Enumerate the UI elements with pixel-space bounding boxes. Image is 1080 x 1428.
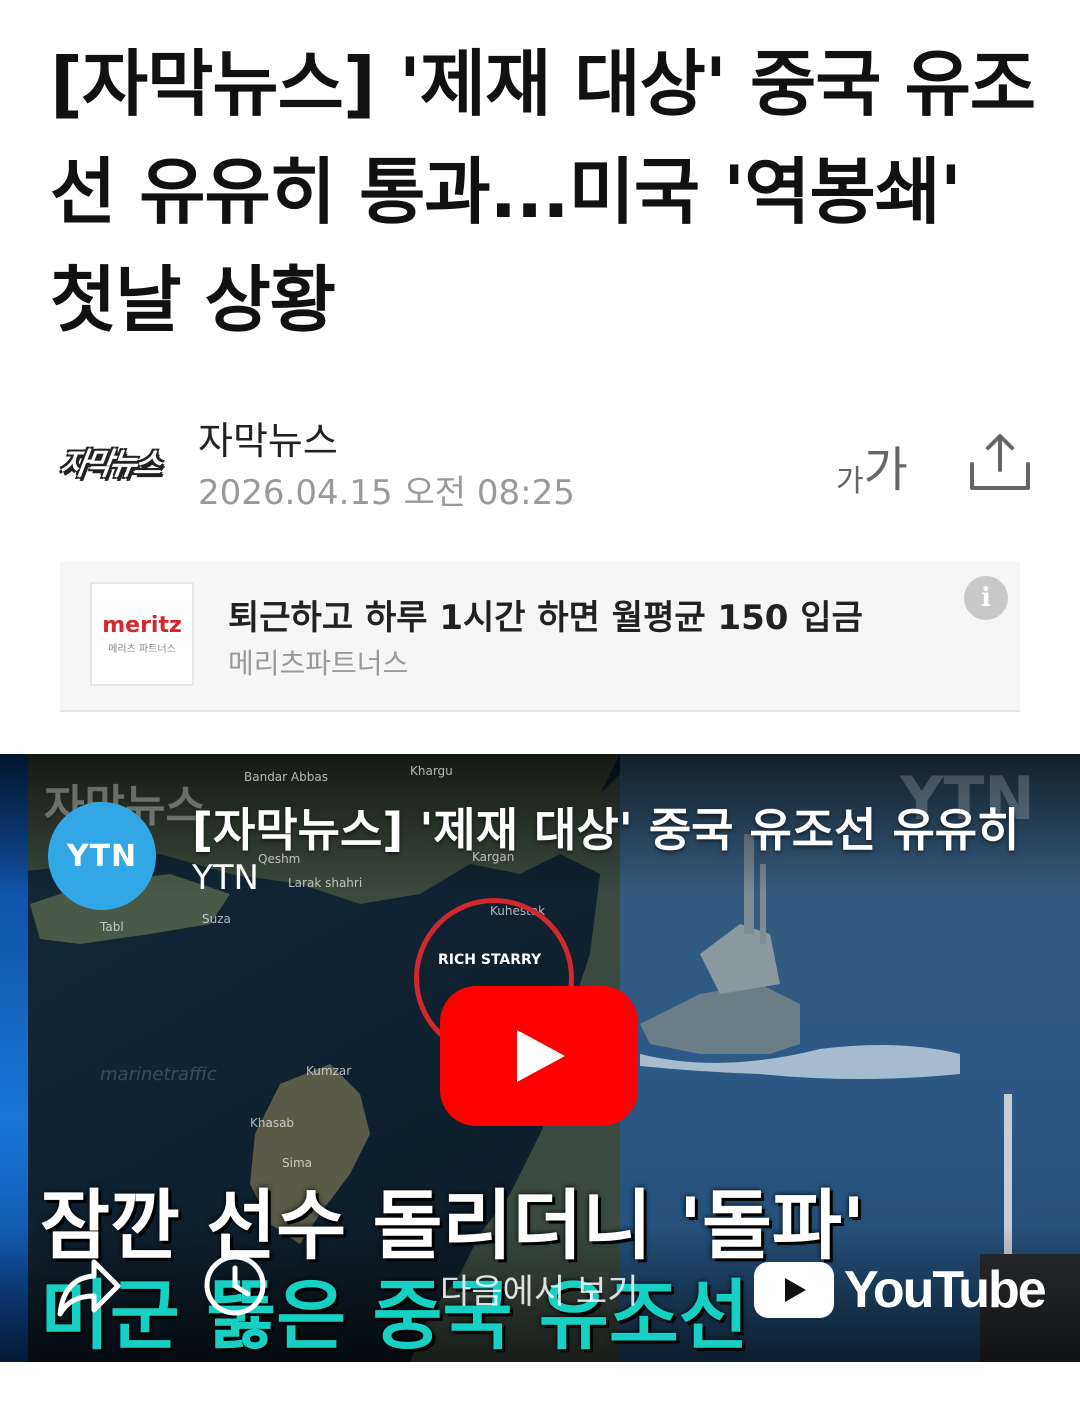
map-label-larak: Larak shahri <box>288 876 363 890</box>
press-logo[interactable]: 자막뉴스 <box>55 438 165 484</box>
clock-icon <box>204 1254 266 1316</box>
map-label-khargu: Khargu <box>410 764 453 778</box>
map-label-kumzar: Kumzar <box>306 1064 352 1078</box>
watch-next-label[interactable]: 다음에서 보기 <box>440 1264 639 1313</box>
video-title[interactable]: [자막뉴스] '제재 대상' 중국 유조선 유유히 <box>192 794 1052 860</box>
youtube-wordmark: YouTube <box>844 1261 1047 1319</box>
video-share-button[interactable] <box>54 1256 124 1318</box>
caption-line-2: 미군 뚫은 중국 유조선 <box>40 1271 749 1360</box>
font-size-small-glyph: 가 <box>836 464 864 499</box>
youtube-logo[interactable]: YouTube <box>754 1260 1047 1320</box>
font-size-button[interactable]: 가 가 <box>836 430 908 500</box>
map-label-tabl: Tabl <box>100 920 124 934</box>
ad-logo-sub: 메리츠 파트너스 <box>108 644 176 655</box>
ad-logo-main: meritz <box>102 613 182 638</box>
ad-title[interactable]: 퇴근하고 하루 1시간 하면 월평균 150 입금 <box>228 590 863 639</box>
watch-later-button[interactable] <box>200 1250 270 1320</box>
ad-info-icon[interactable]: i <box>964 576 1008 620</box>
press-name[interactable]: 자막뉴스 <box>198 410 338 465</box>
publish-date: 2026.04.15 오전 08:25 <box>198 473 575 513</box>
video-channel[interactable]: YTN <box>192 858 259 898</box>
ad-banner[interactable]: meritz 메리츠 파트너스 퇴근하고 하루 1시간 하면 월평균 150 입… <box>60 562 1020 712</box>
map-watermark-marinetraffic: marinetraffic <box>100 1064 217 1085</box>
font-size-large-glyph: 가 <box>863 442 908 498</box>
ad-logo[interactable]: meritz 메리츠 파트너스 <box>90 582 194 686</box>
share-icon <box>970 434 1030 490</box>
youtube-play-icon <box>754 1262 834 1318</box>
share-button[interactable] <box>966 430 1034 494</box>
video-player[interactable]: 자막뉴스 YTN Bandar Abbas Khargu Qeshm Karga… <box>0 754 1080 1362</box>
ad-sponsor: 메리츠파트너스 <box>228 647 409 680</box>
channel-avatar[interactable]: YTN <box>48 802 156 910</box>
play-button[interactable] <box>440 986 638 1126</box>
article-title: [자막뉴스] '제재 대상' 중국 유조선 유유히 통과...미국 '역봉쇄' … <box>50 42 1036 342</box>
map-label-khasab: Khasab <box>250 1116 295 1130</box>
share-arrow-icon <box>57 1259 121 1317</box>
map-label-bandar: Bandar Abbas <box>244 770 328 784</box>
play-icon <box>517 1030 565 1082</box>
ship-tag: RICH STARRY <box>438 952 542 968</box>
map-label-suza: Suza <box>202 912 231 926</box>
